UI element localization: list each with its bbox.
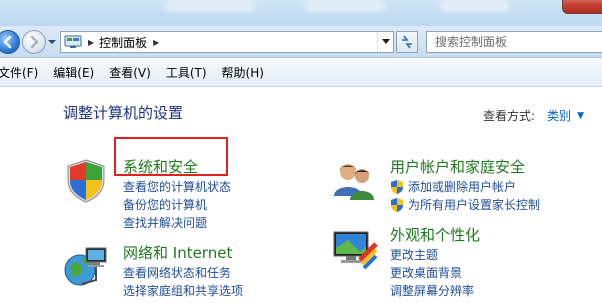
address-bar[interactable]: ▶ 控制面板 ▶: [60, 31, 394, 53]
category-title-user-accounts[interactable]: 用户帐户和家庭安全: [390, 156, 525, 177]
menu-file[interactable]: 文件(F): [0, 64, 47, 81]
category-title-appearance[interactable]: 外观和个性化: [390, 224, 480, 245]
menu-view[interactable]: 查看(V): [103, 64, 160, 81]
view-by-label: 查看方式:: [483, 109, 536, 123]
menu-edit[interactable]: 编辑(E): [47, 64, 103, 81]
category-title-network-internet[interactable]: 网络和 Internet: [123, 242, 232, 263]
control-panel-content: 调整计算机的设置 查看方式: 类别 ▼ 系统和安全 查看您的计算机状态 备份您的…: [0, 88, 602, 303]
menu-bar: 文件(F) 编辑(E) 查看(V) 工具(T) 帮助(H): [0, 59, 602, 87]
link-change-desktop-background[interactable]: 更改桌面背景: [390, 264, 462, 281]
search-input[interactable]: [435, 35, 602, 49]
breadcrumb-control-panel[interactable]: 控制面板: [99, 34, 147, 51]
link-change-theme[interactable]: 更改主题: [390, 246, 438, 263]
link-adjust-resolution[interactable]: 调整屏幕分辨率: [390, 282, 474, 299]
network-globe-icon[interactable]: [62, 240, 110, 288]
shield-flag-icon[interactable]: [62, 156, 110, 204]
menu-help[interactable]: 帮助(H): [216, 64, 273, 81]
link-label[interactable]: 添加或删除用户帐户: [408, 178, 516, 195]
link-homegroup-sharing[interactable]: 选择家庭组和共享选项: [123, 282, 243, 299]
uac-shield-icon: [391, 179, 403, 194]
monitor-paint-icon[interactable]: [330, 224, 378, 272]
link-view-network-status[interactable]: 查看网络状态和任务: [123, 264, 231, 281]
link-label[interactable]: 为所有用户设置家长控制: [408, 196, 540, 213]
view-by-chevron-down-icon[interactable]: ▼: [577, 111, 584, 121]
highlight-annotation-box: [114, 137, 228, 176]
link-view-computer-status[interactable]: 查看您的计算机状态: [123, 178, 231, 195]
link-backup-computer[interactable]: 备份您的计算机: [123, 196, 207, 213]
window-titlebar: [0, 0, 602, 26]
link-parental-controls[interactable]: 为所有用户设置家长控制: [390, 196, 540, 213]
back-arrow-icon: [3, 35, 12, 49]
chevron-down-icon: [381, 39, 390, 44]
search-box[interactable]: [426, 31, 602, 53]
close-icon[interactable]: [562, 0, 602, 14]
titlebar-glass: [305, 0, 385, 12]
titlebar-glass: [440, 0, 510, 12]
titlebar-glass: [165, 0, 255, 12]
navigation-bar: ▶ 控制面板 ▶: [0, 26, 602, 58]
page-title: 调整计算机的设置: [63, 104, 184, 122]
control-panel-icon: [64, 35, 82, 48]
link-find-fix-problems[interactable]: 查找并解决问题: [123, 214, 207, 231]
refresh-icon: [402, 35, 412, 49]
view-by: 查看方式: 类别 ▼: [483, 107, 584, 124]
users-icon[interactable]: [330, 156, 378, 204]
recent-pages-chevron-down-icon[interactable]: [48, 38, 56, 46]
forward-arrow-icon: [30, 35, 39, 49]
view-by-value[interactable]: 类别: [547, 107, 571, 124]
breadcrumb-separator-icon[interactable]: ▶: [153, 38, 159, 47]
back-button[interactable]: [0, 30, 20, 54]
uac-shield-icon: [391, 197, 403, 212]
address-dropdown-button[interactable]: [377, 32, 393, 52]
link-add-remove-accounts[interactable]: 添加或删除用户帐户: [390, 178, 516, 195]
refresh-button[interactable]: [396, 31, 418, 53]
menu-tools[interactable]: 工具(T): [160, 64, 216, 81]
breadcrumb-separator-icon[interactable]: ▶: [88, 38, 94, 47]
forward-button[interactable]: [22, 30, 46, 54]
